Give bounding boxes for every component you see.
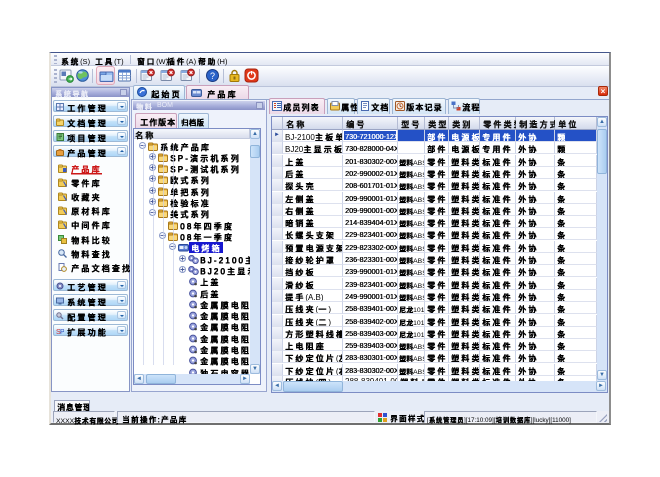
svg-text:?: ? <box>210 71 215 81</box>
svg-text:P: P <box>60 329 64 335</box>
